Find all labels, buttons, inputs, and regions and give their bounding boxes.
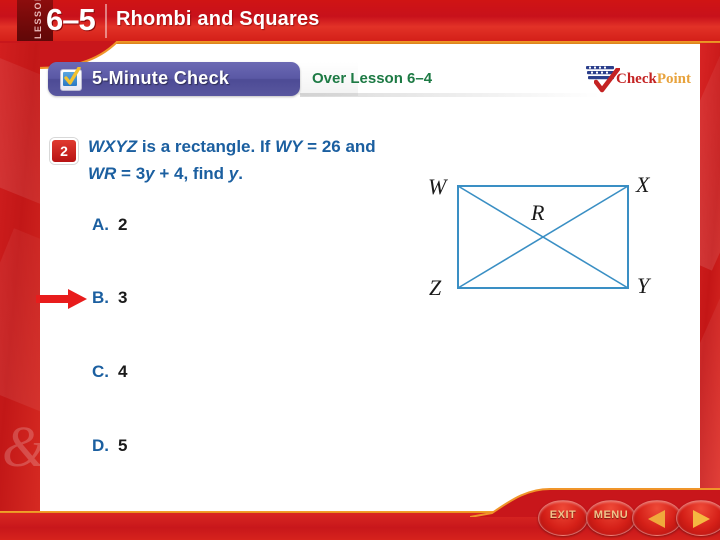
question-term-wxyz: WXYZ [88, 137, 138, 156]
question-term-y2: y [228, 164, 239, 183]
checkbox-check-icon [60, 67, 82, 91]
five-minute-check-label: 5-Minute Check [92, 68, 230, 88]
question-term-y1: y [145, 164, 155, 183]
figure-vertex-y: Y [637, 273, 650, 298]
figure-vertex-z: Z [429, 275, 442, 300]
left-decorative-rail: & [0, 43, 40, 513]
over-lesson-label: Over Lesson 6–4 [312, 70, 433, 87]
question-text-d: + 4, find [154, 164, 229, 183]
figure-vertex-x: X [636, 172, 650, 197]
menu-button-label: MENU [593, 509, 629, 521]
checkpoint-logo: CheckPoint [586, 62, 691, 96]
question-number: 2 [60, 143, 68, 159]
rail-sheen-2 [0, 228, 40, 418]
right-decorative-rail [700, 43, 720, 513]
page-title: Rhombi and Squares [116, 8, 320, 30]
question-text-e: . [238, 164, 243, 183]
red-arrow-icon [36, 289, 87, 309]
answer-choice-d[interactable]: D. 5 [92, 436, 127, 456]
choice-letter: D. [92, 436, 109, 455]
previous-slide-button[interactable] [632, 500, 682, 536]
lesson-number: 6–5 [46, 2, 96, 37]
question-text-b: = 26 and [302, 137, 376, 156]
header-band [0, 0, 720, 43]
choice-letter: A. [92, 215, 109, 234]
question-term-wr: WR [88, 164, 117, 183]
question-term-wy: WY [275, 137, 303, 156]
question-number-badge: 2 [50, 138, 78, 164]
next-slide-button[interactable] [676, 500, 720, 536]
figure-center-label: R [531, 200, 545, 225]
exit-button-label: EXIT [549, 509, 577, 521]
lesson-word: LESSON [33, 0, 43, 40]
choice-value: 4 [118, 362, 128, 381]
exit-button[interactable]: EXIT [538, 500, 588, 536]
rail-sheen [700, 55, 720, 271]
triangle-left-icon [648, 510, 665, 528]
question-text-c: = 3 [116, 164, 146, 183]
rectangle-diagram [457, 185, 629, 289]
checkpoint-word-check: Check [616, 71, 657, 87]
five-minute-check-tab[interactable]: 5-Minute Check [48, 62, 300, 96]
checkpoint-word-point: Point [656, 71, 692, 87]
rail-watermark-glyph: & [2, 413, 40, 480]
header-divider [105, 4, 107, 38]
checkpoint-wordmark: CheckPoint [616, 71, 691, 88]
question-text-a: is a rectangle. If [137, 137, 276, 156]
figure-vertex-w: W [428, 174, 447, 199]
slide-canvas: LESSON 6–5 Rhombi and Squares & 5-Minute… [0, 0, 720, 540]
choice-value: 3 [118, 288, 128, 307]
rail-sheen-2 [700, 266, 720, 500]
choice-value: 2 [118, 215, 128, 234]
choice-letter: C. [92, 362, 109, 381]
answer-choice-a[interactable]: A. 2 [92, 215, 127, 235]
triangle-right-icon [693, 510, 710, 528]
choice-letter: B. [92, 288, 109, 307]
menu-button[interactable]: MENU [586, 500, 636, 536]
tab-shadow-line [300, 93, 600, 97]
choice-value: 5 [118, 436, 128, 455]
answer-choice-c[interactable]: C. 4 [92, 362, 127, 382]
rail-sheen [0, 56, 40, 210]
answer-choice-b[interactable]: B. 3 [92, 288, 127, 308]
